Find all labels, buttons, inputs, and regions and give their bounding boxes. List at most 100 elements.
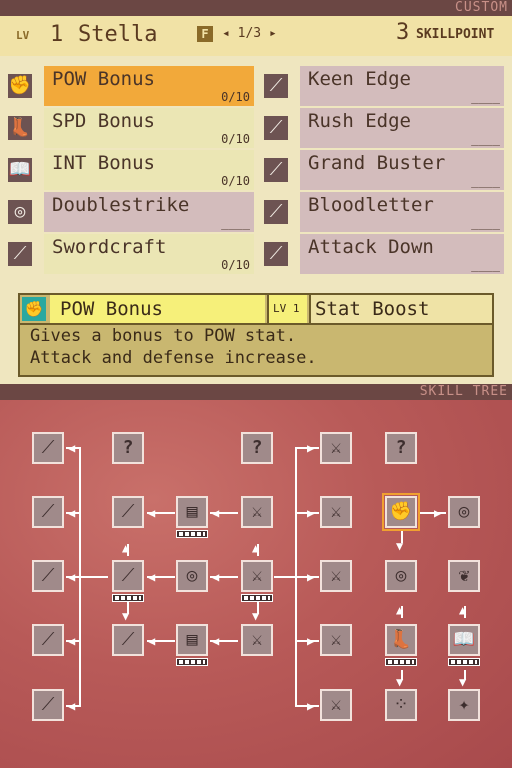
sword-icon: ⟋ [262,114,290,142]
arrow-down-icon: ▼ [396,675,404,689]
skill-description-panel: ✊ POW Bonus LV 1 Stat Boost Gives a bonu… [18,293,494,377]
skill-box: Keen Edge ____ [300,66,504,106]
skill-count: ____ [471,90,500,104]
sword-strike-icon[interactable]: ⚔ [241,624,273,656]
sword-icon[interactable]: ⟋ [112,624,144,656]
skill-box: Bloodletter ____ [300,192,504,232]
arrow-left-icon: ◀ [148,570,156,584]
ring-icon: ◎ [6,198,34,226]
skill-slot-pow-bonus[interactable]: ✊ POW Bonus 0/10 [0,66,256,106]
toggle-switch-icon[interactable]: ▤ [176,624,208,656]
skill-slot-doublestrike[interactable]: ◎ Doublestrike ____ [0,192,256,232]
skill-slot-grand-buster[interactable]: ⟋ Grand Buster ____ [256,150,512,190]
bottom-bar: SKILL TREE [0,384,512,400]
skill-box: Rush Edge ____ [300,108,504,148]
skill-count: 0/10 [221,174,250,188]
sword-icon: ⟋ [262,156,290,184]
character-header: LV 1 Stella F ◂ 1/3 ▸ 3 SKILLPOINT [0,16,512,56]
dots-icon[interactable]: ⁘ [385,689,417,721]
book-icon: 📖 [6,156,34,184]
page-indicator[interactable]: ◂ 1/3 ▸ [222,26,277,41]
sword-icon: ⟋ [262,198,290,226]
arrow-left-icon: ◀ [68,699,76,713]
arrow-left-icon: ◀ [212,634,220,648]
screen-title: SKILL TREE [419,384,508,399]
arrow-right-icon: ▶ [307,634,315,648]
boot-icon: 👢 [6,114,34,142]
skill-points-label: SKILLPOINT [416,27,495,42]
skill-progress-meter [241,594,273,602]
skill-slot-int-bonus[interactable]: 📖 INT Bonus 0/10 [0,150,256,190]
ring-icon[interactable]: ◎ [448,496,480,528]
sparkle-icon[interactable]: ✦ [448,689,480,721]
arrow-right-icon: ▶ [307,570,315,584]
arrow-right-icon: ▶ [434,506,442,520]
sword-icon[interactable]: ⟋ [32,689,64,721]
sword-icon: ⟋ [6,240,34,268]
skill-name: POW Bonus [52,68,155,90]
sword-strike-icon[interactable]: ⚔ [241,496,273,528]
character-name: Stella [78,22,158,47]
top-bar: CUSTOM [0,0,512,16]
skill-name: Grand Buster [308,152,446,174]
sword-strike-icon[interactable]: ⚔ [320,624,352,656]
skill-count: ____ [471,132,500,146]
sword-icon[interactable]: ⟋ [32,496,64,528]
toggle-switch-icon[interactable]: ▤ [176,496,208,528]
skill-slot-bloodletter[interactable]: ⟋ Bloodletter ____ [256,192,512,232]
skill-name: INT Bonus [52,152,155,174]
unknown-skill-icon[interactable]: ? [241,432,273,464]
sword-icon: ⟋ [262,72,290,100]
skill-count: 0/10 [221,90,250,104]
beast-icon[interactable]: ❦ [448,560,480,592]
skill-count: 0/10 [221,258,250,272]
arrow-up-icon: ▲ [252,541,260,555]
unknown-skill-icon[interactable]: ? [112,432,144,464]
skill-slot-swordcraft[interactable]: ⟋ Swordcraft 0/10 [0,234,256,274]
arrow-left-icon: ◀ [68,441,76,455]
skill-count: 0/10 [221,132,250,146]
f-badge-icon[interactable]: F [197,26,213,42]
tree-line [418,512,446,514]
description-level: LV 1 [267,295,307,323]
boot-icon[interactable]: 👢 [385,624,417,656]
ring-icon[interactable]: ◎ [385,560,417,592]
sword-strike-icon[interactable]: ⚔ [241,560,273,592]
arrow-down-icon: ▼ [459,675,467,689]
skill-name: Bloodletter [308,194,434,216]
skill-box: Doublestrike ____ [44,192,254,232]
skill-name: SPD Bonus [52,110,155,132]
sword-icon[interactable]: ⟋ [32,624,64,656]
arrow-up-icon: ▲ [396,603,404,617]
skill-name: Rush Edge [308,110,411,132]
arrow-left-icon: ◀ [148,634,156,648]
fist-icon: ✊ [6,72,34,100]
sword-icon[interactable]: ⟋ [112,496,144,528]
skill-slot-keen-edge[interactable]: ⟋ Keen Edge ____ [256,66,512,106]
sword-icon[interactable]: ⟋ [112,560,144,592]
sword-strike-icon[interactable]: ⚔ [320,432,352,464]
sword-strike-icon[interactable]: ⚔ [320,560,352,592]
sword-icon: ⟋ [262,240,290,268]
book-icon[interactable]: 📖 [448,624,480,656]
skill-progress-meter [385,658,417,666]
skill-progress-meter [112,594,144,602]
sword-icon[interactable]: ⟋ [32,560,64,592]
arrow-right-icon: ▶ [307,699,315,713]
ring-icon[interactable]: ◎ [176,560,208,592]
arrow-left-icon: ◀ [68,570,76,584]
bottom-screen: SKILL TREE ⟋ ⟋ ⟋ ⟋ ⟋ ? ⟋ ⟋ ⟋ ▤ ◎ ▤ ? ⚔ ⚔… [0,384,512,768]
sword-strike-icon[interactable]: ⚔ [320,496,352,528]
skill-slot-spd-bonus[interactable]: 👢 SPD Bonus 0/10 [0,108,256,148]
sword-icon[interactable]: ⟋ [32,432,64,464]
skill-slot-rush-edge[interactable]: ⟋ Rush Edge ____ [256,108,512,148]
sword-strike-icon[interactable]: ⚔ [320,689,352,721]
screen-title: CUSTOM [455,0,508,15]
description-line-2: Attack and defense increase. [30,348,317,368]
arrow-right-icon: ▶ [307,506,315,520]
unknown-skill-icon[interactable]: ? [385,432,417,464]
fist-icon[interactable]: ✊ [382,493,420,531]
arrow-down-icon: ▼ [396,539,404,553]
skill-name: Doublestrike [52,194,190,216]
skill-slot-attack-down[interactable]: ⟋ Attack Down ____ [256,234,512,274]
